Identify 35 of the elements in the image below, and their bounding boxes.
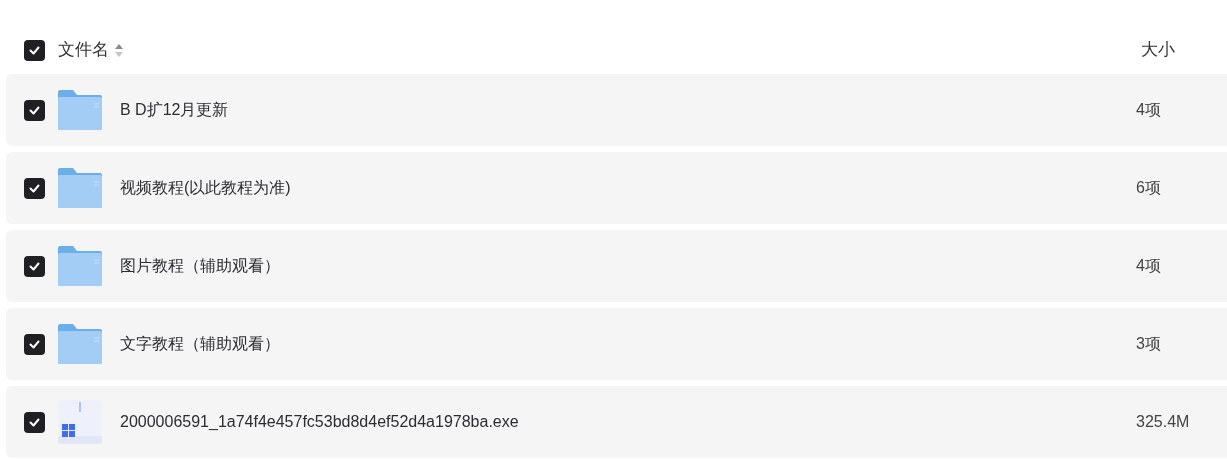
sort-icon xyxy=(115,43,123,57)
file-name: B D扩12月更新 xyxy=(120,100,229,120)
file-name: 文字教程（辅助观看） xyxy=(120,334,280,354)
file-row[interactable]: 文字教程（辅助观看） 3项 xyxy=(6,308,1227,380)
checkmark-icon xyxy=(29,339,40,349)
checkbox[interactable] xyxy=(24,39,45,61)
checkbox[interactable] xyxy=(24,411,45,433)
file-row[interactable]: B D扩12月更新 4项 xyxy=(6,74,1227,146)
checkbox[interactable] xyxy=(24,333,45,355)
file-row[interactable]: 视频教程(以此教程为准) 6项 xyxy=(6,152,1227,224)
checkmark-icon xyxy=(29,105,40,115)
checkbox[interactable] xyxy=(24,177,45,199)
file-size: 4项 xyxy=(1136,100,1162,120)
column-header: 大小 xyxy=(1141,39,1175,62)
file-name: 2000006591_1a74f4e457fc53bd8d4ef52d4a1978ba.exe xyxy=(120,412,519,432)
file-name: 视频教程(以此教程为准) xyxy=(120,178,291,198)
checkmark-icon xyxy=(29,261,40,271)
file-size: 3项 xyxy=(1136,334,1162,354)
checkmark-icon xyxy=(29,183,40,193)
checkbox[interactable] xyxy=(24,99,45,121)
file-row[interactable]: 图片教程（辅助观看） 4项 xyxy=(6,230,1227,302)
column-header: 文件名 xyxy=(58,39,109,62)
folder-icon xyxy=(58,324,102,364)
file-name: 图片教程（辅助观看） xyxy=(120,256,280,276)
checkmark-icon xyxy=(29,417,40,427)
folder-icon xyxy=(58,168,102,208)
file-size: 325.4M xyxy=(1136,412,1191,432)
folder-icon xyxy=(58,246,102,286)
checkmark-icon xyxy=(29,45,40,55)
file-row[interactable]: 2000006591_1a74f4e457fc53bd8d4ef52d4a1978ba.exe 325.4M xyxy=(6,386,1227,458)
folder-icon xyxy=(58,90,102,130)
checkbox[interactable] xyxy=(24,255,45,277)
executable-file-icon xyxy=(58,400,102,444)
file-size: 4项 xyxy=(1136,256,1162,276)
file-size: 6项 xyxy=(1136,178,1162,198)
